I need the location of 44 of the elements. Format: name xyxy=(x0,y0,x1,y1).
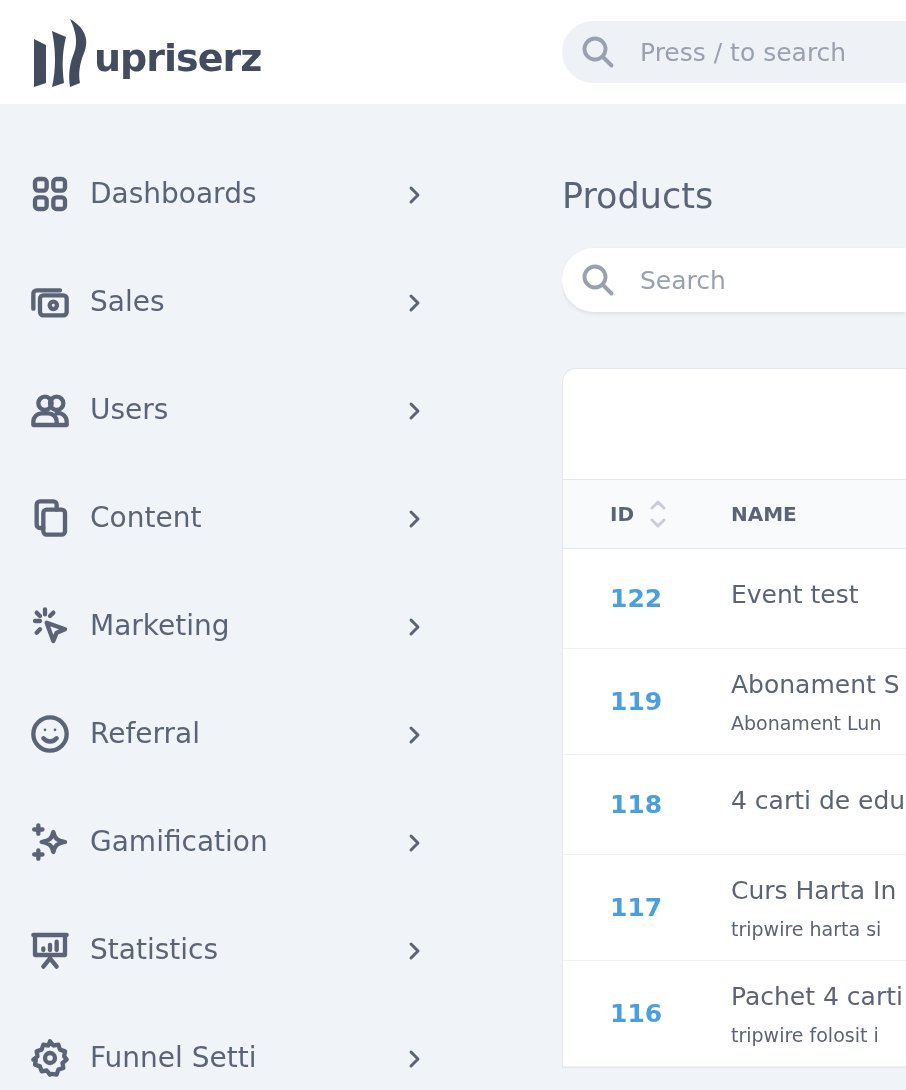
smile-icon xyxy=(30,714,70,754)
sidebar-item[interactable]: Dashboards xyxy=(0,140,562,248)
product-name: Pachet 4 carti xyxy=(731,980,903,1013)
sidebar-item[interactable]: Sales xyxy=(0,248,562,356)
chevron-icon xyxy=(408,724,422,745)
product-name: Curs Harta In xyxy=(731,874,897,907)
product-subtitle: tripwire folosit i xyxy=(731,1023,880,1048)
product-name: Event test xyxy=(731,578,859,611)
chevron-icon xyxy=(408,508,422,529)
sparkles-icon xyxy=(30,822,70,862)
gear-icon xyxy=(30,1038,70,1078)
sidebar-item[interactable]: Statistics xyxy=(0,896,562,1004)
sort-icon[interactable] xyxy=(650,499,667,529)
product-id[interactable]: 118 xyxy=(610,789,663,819)
sidebar-item[interactable]: Content xyxy=(0,464,562,572)
presentation-icon xyxy=(30,930,70,970)
product-id[interactable]: 119 xyxy=(610,686,663,716)
product-id[interactable]: 117 xyxy=(610,892,663,922)
chevron-icon xyxy=(408,184,422,205)
column-header[interactable]: ID xyxy=(610,499,635,529)
sidebar-item[interactable]: Referral xyxy=(0,680,562,788)
chevron-icon xyxy=(408,940,422,961)
sidebar-item[interactable]: Marketing xyxy=(0,572,562,680)
product-subtitle: Abonament Lun xyxy=(731,711,883,736)
search-field[interactable]: Search xyxy=(562,248,906,312)
product-name: 4 carti de edu xyxy=(731,784,906,817)
product-id[interactable]: 116 xyxy=(610,998,663,1028)
sidebar-item[interactable]: Users xyxy=(0,356,562,464)
sidebar-item[interactable]: Funnel Setti xyxy=(0,1004,562,1090)
chevron-icon xyxy=(408,1048,422,1069)
page-title: Products xyxy=(562,175,715,218)
product-name: Abonament S xyxy=(731,668,900,701)
search-field[interactable]: Press / to search xyxy=(562,21,906,83)
chevron-icon xyxy=(408,400,422,421)
pointer-click-icon xyxy=(30,606,70,646)
chevron-icon xyxy=(408,292,422,313)
column-header: NAME xyxy=(731,501,797,528)
chevron-icon xyxy=(408,832,422,853)
logo-text: upriserz xyxy=(94,35,262,82)
product-id[interactable]: 122 xyxy=(610,583,663,613)
sidebar-item[interactable]: Gamification xyxy=(0,788,562,896)
chevron-icon xyxy=(408,616,422,637)
grid-icon xyxy=(30,174,70,214)
product-subtitle: tripwire harta si xyxy=(731,917,883,942)
